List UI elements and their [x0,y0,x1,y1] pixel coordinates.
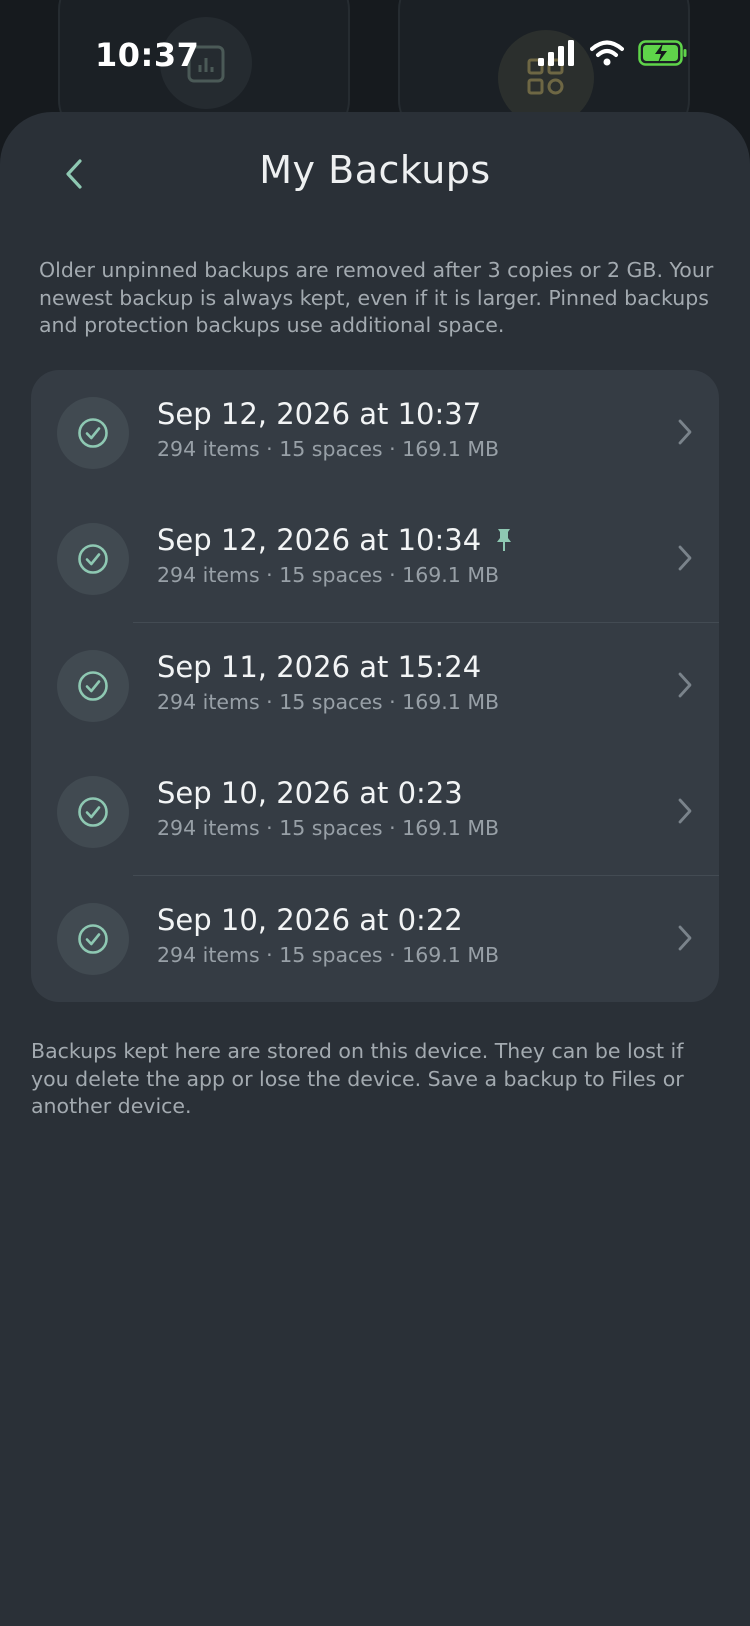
backup-meta: 294 items · 15 spaces · 169.1 MB [157,689,500,714]
backup-meta: 294 items · 15 spaces · 169.1 MB [157,437,500,461]
backups-sheet: My Backups Older unpinned backups are re… [0,112,750,1626]
check-circle-icon [57,776,129,849]
backup-row[interactable]: Sep 12, 2026 at 10:37 294 items · 15 spa… [31,370,719,496]
signal-icon [538,40,574,66]
chevron-right-icon [678,925,692,950]
status-time: 10:37 [95,36,200,74]
check-circle-icon [57,397,129,469]
check-circle-icon [57,649,129,722]
backup-row[interactable]: Sep 10, 2026 at 0:23 294 items · 15 spac… [31,749,719,876]
chevron-right-icon [678,798,692,824]
backup-title: Sep 11, 2026 at 15:24 [157,649,482,684]
wifi-icon [590,40,624,66]
check-circle-icon [57,523,129,596]
check-circle-icon [57,902,129,975]
backup-title: Sep 10, 2026 at 0:23 [157,776,463,811]
backup-title: Sep 10, 2026 at 0:22 [157,902,463,937]
backup-title: Sep 12, 2026 at 10:34 [157,523,482,558]
storage-warning-text: Backups kept here are stored on this dev… [31,1039,684,1118]
pin-icon [497,529,512,552]
backup-row[interactable]: Sep 10, 2026 at 0:22 294 items · 15 spac… [31,876,719,1002]
backup-meta: 294 items · 15 spaces · 169.1 MB [157,563,500,588]
backup-title: Sep 12, 2026 at 10:37 [157,397,482,431]
chevron-right-icon [678,545,692,571]
backup-row[interactable]: Sep 12, 2026 at 10:34 294 items · 15 spa… [31,496,719,623]
screen: 10:37 My Backups Older unpinned backups … [0,0,750,1626]
chevron-right-icon [678,672,692,698]
chevron-right-icon [678,419,692,445]
backup-list: Sep 12, 2026 at 10:37 294 items · 15 spa… [31,370,719,1002]
page-title: My Backups [259,148,491,192]
battery-charging-icon [638,40,687,66]
status-icons [538,40,688,66]
backup-meta: 294 items · 15 spaces · 169.1 MB [157,816,500,841]
backup-meta: 294 items · 15 spaces · 169.1 MB [157,942,500,967]
backup-row[interactable]: Sep 11, 2026 at 15:24 294 items · 15 spa… [31,623,719,749]
retention-info-text: Older unpinned backups are removed after… [39,258,714,337]
